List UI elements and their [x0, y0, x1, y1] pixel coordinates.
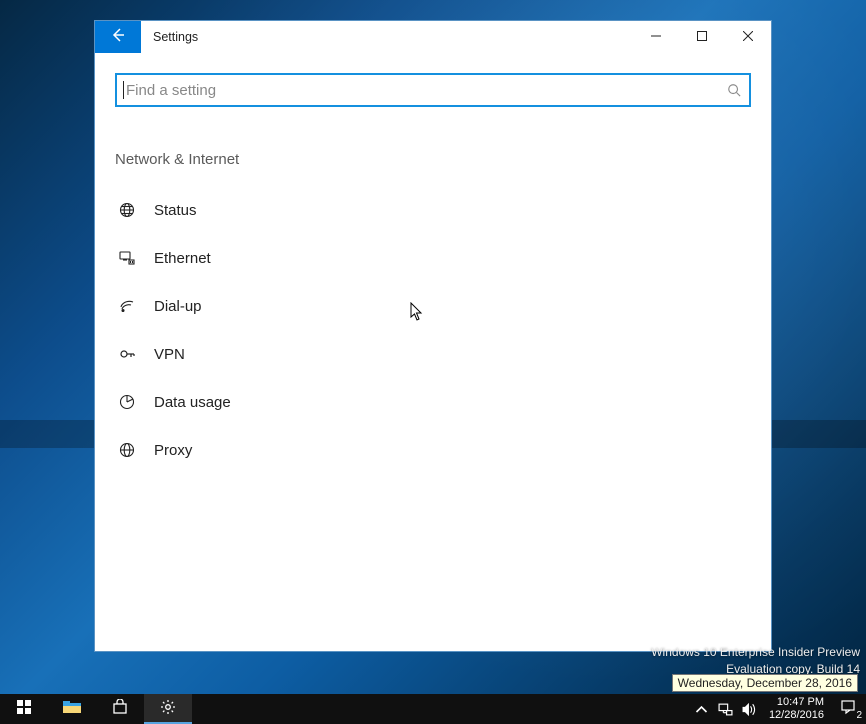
search-field[interactable] [115, 73, 751, 107]
globe-icon [118, 201, 136, 219]
nav-item-label: Data usage [154, 394, 231, 411]
close-button[interactable] [725, 21, 771, 53]
maximize-icon [697, 28, 707, 46]
notification-icon [840, 699, 856, 720]
dialup-icon [118, 297, 136, 315]
taskbar-fileexplorer[interactable] [48, 694, 96, 724]
proxy-icon [118, 441, 136, 459]
nav-item-label: Ethernet [154, 250, 211, 267]
windows-icon [16, 699, 32, 720]
ethernet-icon [118, 249, 136, 267]
nav-item-label: Dial-up [154, 298, 202, 315]
action-center-button[interactable]: 2 [830, 694, 866, 724]
nav-item-dialup[interactable]: Dial-up [115, 282, 751, 330]
text-caret [123, 81, 124, 99]
nav-item-ethernet[interactable]: Ethernet [115, 234, 751, 282]
folder-icon [63, 700, 81, 719]
nav-item-datausage[interactable]: Data usage [115, 378, 751, 426]
titlebar: Settings [95, 21, 771, 53]
start-button[interactable] [0, 694, 48, 724]
notification-count: 2 [856, 710, 862, 721]
arrow-left-icon [110, 27, 126, 48]
network-icon[interactable] [717, 700, 735, 718]
window-title: Settings [141, 21, 198, 53]
nav-item-status[interactable]: Status [115, 186, 751, 234]
store-icon [112, 699, 128, 720]
nav-item-label: VPN [154, 346, 185, 363]
search-icon [727, 83, 741, 97]
system-tray[interactable] [689, 694, 763, 724]
category-title: Network & Internet [115, 151, 751, 168]
maximize-button[interactable] [679, 21, 725, 53]
gear-icon [160, 699, 176, 720]
clock-time: 10:47 PM [769, 696, 824, 709]
minimize-icon [651, 28, 661, 46]
close-icon [743, 28, 753, 46]
date-tooltip: Wednesday, December 28, 2016 [672, 674, 858, 692]
vpn-icon [118, 345, 136, 363]
nav-list: Status Ethernet [115, 186, 751, 474]
taskbar-settings[interactable] [144, 694, 192, 724]
window-controls [633, 21, 771, 53]
minimize-button[interactable] [633, 21, 679, 53]
desktop-watermark: Windows 10 Enterprise Insider Preview Ev… [651, 644, 860, 678]
taskbar: 10:47 PM 12/28/2016 2 [0, 694, 866, 724]
settings-content: Network & Internet Status [95, 53, 771, 651]
datausage-icon [118, 393, 136, 411]
back-button[interactable] [95, 21, 141, 53]
clock-date: 12/28/2016 [769, 709, 824, 722]
tray-chevron-up-icon[interactable] [693, 700, 711, 718]
search-input[interactable] [126, 82, 727, 99]
nav-item-proxy[interactable]: Proxy [115, 426, 751, 474]
taskbar-clock[interactable]: 10:47 PM 12/28/2016 [763, 694, 830, 724]
taskbar-store[interactable] [96, 694, 144, 724]
watermark-line1: Windows 10 Enterprise Insider Preview [651, 644, 860, 661]
nav-item-label: Proxy [154, 442, 192, 459]
settings-window: Settings [94, 20, 772, 652]
nav-item-label: Status [154, 202, 197, 219]
nav-item-vpn[interactable]: VPN [115, 330, 751, 378]
volume-icon[interactable] [741, 700, 759, 718]
